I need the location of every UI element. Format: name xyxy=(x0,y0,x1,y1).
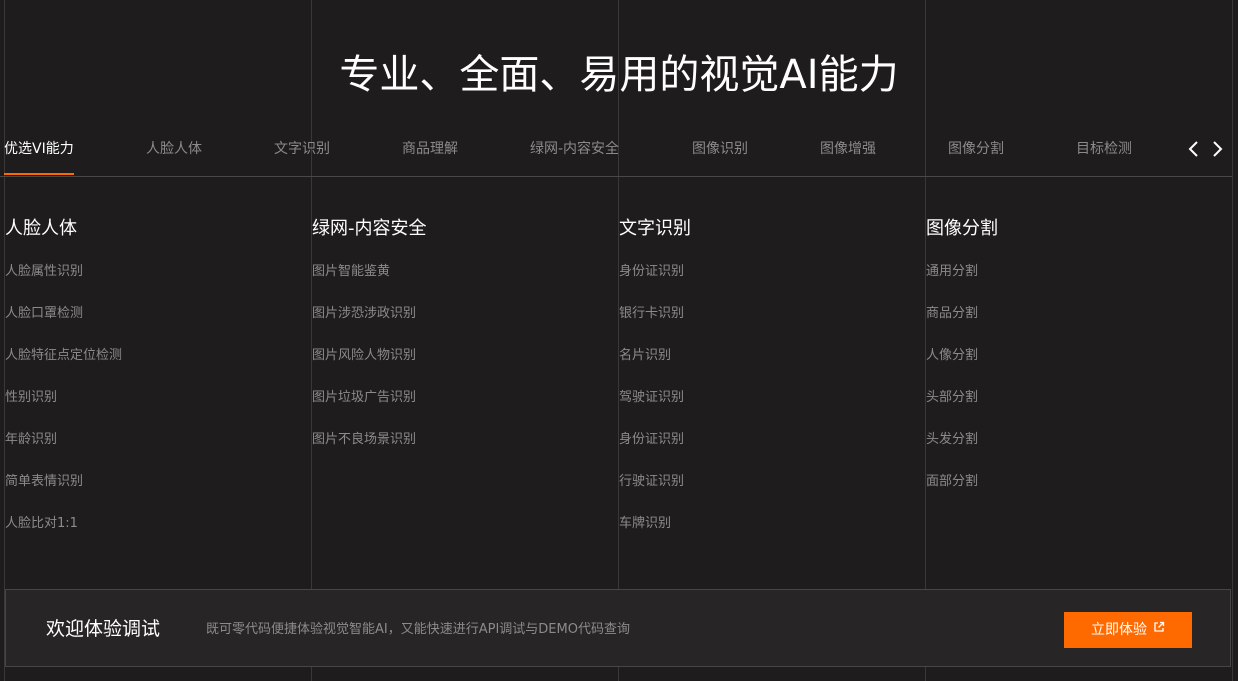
category-column-face-body: 人脸人体 人脸属性识别 人脸口罩检测 人脸特征点定位检测 性别识别 年龄识别 简… xyxy=(5,218,305,556)
list-item[interactable]: 头部分割 xyxy=(926,388,1226,430)
list-item[interactable]: 图片不良场景识别 xyxy=(312,430,612,472)
category-column-ocr: 文字识别 身份证识别 银行卡识别 名片识别 驾驶证识别 身份证识别 行驶证识别 … xyxy=(619,218,919,556)
list-item[interactable]: 人像分割 xyxy=(926,346,1226,388)
list-item[interactable]: 人脸比对1:1 xyxy=(5,514,305,556)
list-item[interactable]: 性别识别 xyxy=(5,388,305,430)
category-tab-bar: 优选VI能力 人脸人体 文字识别 商品理解 绿网-内容安全 图像识别 图像增强 … xyxy=(0,128,1232,177)
list-item[interactable]: 车牌识别 xyxy=(619,514,919,556)
category-column-content-security: 绿网-内容安全 图片智能鉴黄 图片涉恐涉政识别 图片风险人物识别 图片垃圾广告识… xyxy=(312,218,612,472)
external-link-icon xyxy=(1153,611,1165,647)
chevron-right-icon[interactable] xyxy=(1208,138,1226,160)
list-item[interactable]: 人脸口罩检测 xyxy=(5,304,305,346)
list-item[interactable]: 头发分割 xyxy=(926,430,1226,472)
list-item[interactable]: 身份证识别 xyxy=(619,430,919,472)
try-now-label: 立即体验 xyxy=(1091,622,1147,638)
list-item[interactable]: 年龄识别 xyxy=(5,430,305,472)
tab-object-detection[interactable]: 目标检测 xyxy=(1076,141,1132,157)
list-item[interactable]: 图片垃圾广告识别 xyxy=(312,388,612,430)
page-title: 专业、全面、易用的视觉AI能力 xyxy=(339,51,899,98)
banner-title: 欢迎体验调试 xyxy=(46,618,161,640)
column-title: 文字识别 xyxy=(619,218,691,239)
column-title: 人脸人体 xyxy=(5,218,77,239)
list-item[interactable]: 银行卡识别 xyxy=(619,304,919,346)
list-item[interactable]: 图片智能鉴黄 xyxy=(312,262,612,304)
list-item[interactable]: 行驶证识别 xyxy=(619,472,919,514)
tab-face-body[interactable]: 人脸人体 xyxy=(146,141,202,157)
list-item[interactable]: 简单表情识别 xyxy=(5,472,305,514)
list-item[interactable]: 身份证识别 xyxy=(619,262,919,304)
list-item[interactable]: 面部分割 xyxy=(926,472,1226,514)
tab-image-recognition[interactable]: 图像识别 xyxy=(692,141,748,157)
tab-featured[interactable]: 优选VI能力 xyxy=(4,141,74,175)
category-column-image-segmentation: 图像分割 通用分割 商品分割 人像分割 头部分割 头发分割 面部分割 xyxy=(926,218,1226,514)
list-item[interactable]: 图片涉恐涉政识别 xyxy=(312,304,612,346)
list-item[interactable]: 商品分割 xyxy=(926,304,1226,346)
banner-description: 既可零代码便捷体验视觉智能AI，又能快速进行API调试与DEMO代码查询 xyxy=(206,622,630,637)
try-now-button[interactable]: 立即体验 xyxy=(1064,612,1192,648)
tab-ocr[interactable]: 文字识别 xyxy=(274,141,330,157)
chevron-left-icon[interactable] xyxy=(1185,138,1203,160)
tab-image-enhancement[interactable]: 图像增强 xyxy=(820,141,876,157)
list-item[interactable]: 驾驶证识别 xyxy=(619,388,919,430)
column-title: 图像分割 xyxy=(926,218,998,239)
column-title: 绿网-内容安全 xyxy=(312,218,427,239)
list-item[interactable]: 名片识别 xyxy=(619,346,919,388)
tab-product-understanding[interactable]: 商品理解 xyxy=(402,141,458,157)
tab-image-segmentation[interactable]: 图像分割 xyxy=(948,141,1004,157)
trial-banner: 欢迎体验调试 既可零代码便捷体验视觉智能AI，又能快速进行API调试与DEMO代… xyxy=(5,589,1231,667)
list-item[interactable]: 人脸属性识别 xyxy=(5,262,305,304)
tab-content-security[interactable]: 绿网-内容安全 xyxy=(530,141,619,157)
grid-line xyxy=(1232,0,1233,681)
list-item[interactable]: 人脸特征点定位检测 xyxy=(5,346,305,388)
list-item[interactable]: 图片风险人物识别 xyxy=(312,346,612,388)
list-item[interactable]: 通用分割 xyxy=(926,262,1226,304)
